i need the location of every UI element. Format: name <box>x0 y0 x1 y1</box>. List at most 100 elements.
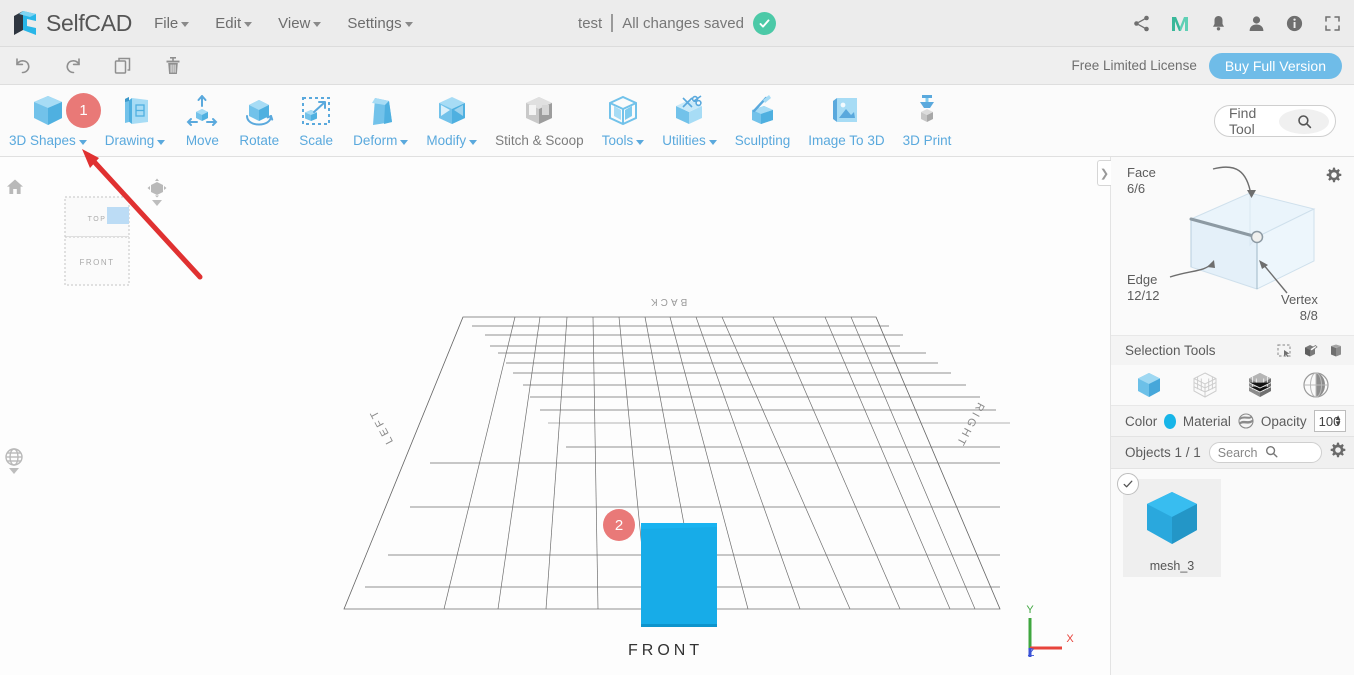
callout-badge-1: 1 <box>66 93 101 128</box>
ribbon-tool-tools-label: Tools <box>602 133 645 148</box>
undo-button[interactable] <box>12 55 34 77</box>
face-count: Face 6/6 <box>1127 165 1156 197</box>
chevron-right-icon[interactable]: ❯ <box>1097 160 1111 186</box>
ribbon-tool-stitch-scoop[interactable]: Stitch & Scoop <box>486 85 593 155</box>
edge-count: Edge 12/12 <box>1127 272 1160 304</box>
save-status-text: All changes saved <box>622 14 744 32</box>
chevron-down-icon <box>313 22 322 27</box>
license-label: Free Limited License <box>1071 58 1197 73</box>
face-value: 6/6 <box>1127 181 1146 196</box>
stitch-scoop-icon <box>520 91 558 131</box>
menu-edit[interactable]: Edit <box>215 15 253 32</box>
selfcad-logo-icon <box>10 8 40 38</box>
ribbon-tool-deform[interactable]: Deform <box>344 85 417 155</box>
info-icon[interactable] <box>1285 14 1304 33</box>
rectangle-select-icon[interactable] <box>1276 343 1292 359</box>
menu-items: File Edit View Settings <box>154 14 413 32</box>
opacity-input[interactable]: 100 ▲ ▼ <box>1313 410 1346 432</box>
tool-ribbon: 3D Shapes Drawing Move Rotate Scale Defo… <box>0 85 1354 157</box>
ribbon-tool-move-label: Move <box>185 133 219 148</box>
user-icon[interactable] <box>1247 14 1266 33</box>
list-item[interactable]: mesh_3 <box>1117 473 1221 577</box>
object-mode-icon[interactable] <box>1134 370 1164 400</box>
3d-print-icon <box>908 91 946 131</box>
find-tool-placeholder: Find Tool <box>1229 105 1257 137</box>
main-menu-bar: SelfCAD File Edit View Settings test All… <box>0 0 1354 47</box>
chevron-down-icon <box>708 140 717 145</box>
lasso-select-icon[interactable] <box>1328 343 1344 359</box>
edge-label: Edge <box>1127 272 1158 287</box>
selection-tools-title: Selection Tools <box>1125 343 1216 358</box>
material-row: Color Material Opacity 100 ▲ ▼ <box>1111 405 1354 437</box>
objects-search-input[interactable]: Search <box>1208 442 1322 463</box>
edit-toolbar-buttons <box>0 55 184 77</box>
gear-icon[interactable] <box>1330 442 1346 463</box>
viewport-scene <box>343 316 1010 627</box>
menu-view-label: View <box>278 14 311 32</box>
share-icon[interactable] <box>1132 14 1151 33</box>
delete-button[interactable] <box>162 55 184 77</box>
ribbon-tool-utilities[interactable]: Utilities <box>653 85 726 155</box>
modify-icon <box>433 91 471 131</box>
ribbon-tool-3d-shapes-label: 3D Shapes <box>9 133 87 148</box>
vertex-mode-icon[interactable] <box>1190 370 1220 400</box>
vertex-value: 8/8 <box>1299 308 1318 323</box>
find-tool-input[interactable]: Find Tool <box>1214 105 1336 137</box>
ground-label-back: BACK <box>648 296 688 307</box>
material-label: Material <box>1182 413 1231 429</box>
ribbon-tool-modify[interactable]: Modify <box>417 85 486 155</box>
ribbon-tool-3d-print-label: 3D Print <box>902 133 952 148</box>
ribbon-tool-3d-print[interactable]: 3D Print <box>894 85 961 155</box>
objects-title: Objects 1 / 1 <box>1125 445 1201 460</box>
fullscreen-icon[interactable] <box>1323 14 1342 33</box>
brand: SelfCAD <box>0 8 132 38</box>
tools-icon <box>604 91 642 131</box>
box-select-icon[interactable] <box>1302 343 1318 359</box>
edge-mode-icon[interactable] <box>1301 370 1331 400</box>
chevron-down-icon <box>400 140 409 145</box>
check-icon[interactable] <box>1117 473 1139 495</box>
selfcad-app: SelfCAD File Edit View Settings test All… <box>0 0 1354 675</box>
spinner-icon[interactable]: ▲ ▼ <box>1334 414 1342 428</box>
color-swatch[interactable] <box>1164 413 1176 429</box>
brand-name: SelfCAD <box>46 9 133 36</box>
menu-view[interactable]: View <box>278 14 322 32</box>
axis-gizmo: Y X Z <box>1018 600 1078 665</box>
chevron-down-icon <box>469 140 478 145</box>
ribbon-tool-drawing-label: Drawing <box>105 133 166 148</box>
bell-icon[interactable] <box>1209 14 1228 33</box>
face-label: Face <box>1127 165 1156 180</box>
chevron-down-icon <box>404 22 413 27</box>
ribbon-tool-drawing[interactable]: Drawing <box>96 85 175 155</box>
menu-file[interactable]: File <box>154 15 190 32</box>
ribbon-tool-scale[interactable]: Scale <box>288 85 344 155</box>
menu-settings[interactable]: Settings <box>347 15 413 32</box>
material-sphere-icon[interactable] <box>1238 413 1254 429</box>
buy-full-version-button[interactable]: Buy Full Version <box>1208 52 1342 79</box>
ribbon-tool-image-to-3d-label: Image To 3D <box>808 133 885 148</box>
redo-button[interactable] <box>62 55 84 77</box>
duplicate-button[interactable] <box>112 55 134 77</box>
ribbon-tool-tools[interactable]: Tools <box>593 85 654 155</box>
viewport-3d[interactable]: TOP FRONT BACK LEFT RIGHT FRONT Y X Z 2 <box>0 157 1110 675</box>
ribbon-tool-image-to-3d[interactable]: Image To 3D <box>799 85 893 155</box>
ribbon-tool-scale-label: Scale <box>299 133 333 148</box>
image-to-3d-icon <box>827 91 865 131</box>
viewport-object <box>641 523 717 627</box>
divider <box>611 14 614 32</box>
color-label: Color <box>1125 413 1158 429</box>
ribbon-tool-utilities-label: Utilities <box>662 133 717 148</box>
vertex-label: Vertex <box>1281 292 1318 307</box>
rotate-icon <box>240 91 278 131</box>
search-icon <box>1265 445 1313 461</box>
face-mode-icon[interactable] <box>1245 370 1275 400</box>
right-panel: ❯ Face 6/6 Edge 12/12 Vertex 8/8 Selecti… <box>1097 157 1354 675</box>
objects-list: mesh_3 <box>1111 469 1354 577</box>
ribbon-tool-rotate[interactable]: Rotate <box>230 85 288 155</box>
chevron-down-icon <box>157 140 166 145</box>
document-name: test <box>578 14 603 32</box>
medium-logo-icon[interactable] <box>1170 14 1190 34</box>
ribbon-tool-move[interactable]: Move <box>174 85 230 155</box>
ribbon-tool-sculpting[interactable]: Sculpting <box>726 85 800 155</box>
utilities-icon <box>670 91 708 131</box>
